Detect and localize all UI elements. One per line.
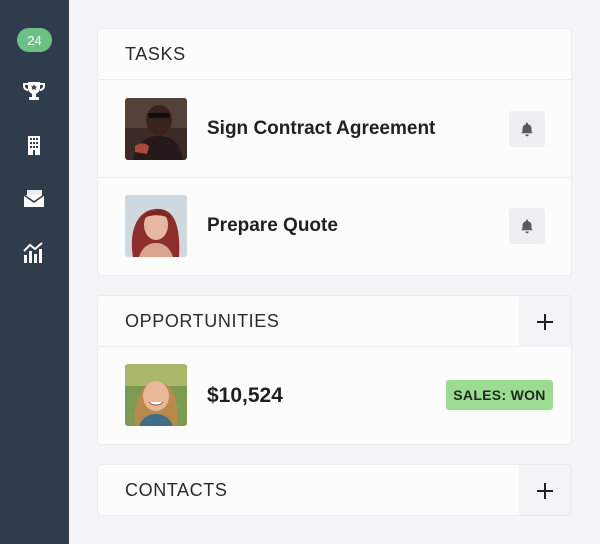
mail-icon[interactable] <box>21 185 47 211</box>
opportunities-header: OPPORTUNITIES <box>98 296 571 347</box>
opportunity-row[interactable]: $10,524 SALES: WON <box>98 347 571 444</box>
bell-icon <box>521 122 533 137</box>
bell-button[interactable] <box>509 111 545 147</box>
plus-icon <box>537 482 553 499</box>
building-icon[interactable] <box>21 132 47 158</box>
contacts-header: CONTACTS <box>98 465 571 515</box>
tasks-header: TASKS <box>98 29 571 80</box>
contacts-title: CONTACTS <box>125 480 228 500</box>
opportunities-card: OPPORTUNITIES $10,524 SALES: WON <box>97 295 572 445</box>
task-row[interactable]: Prepare Quote <box>98 178 571 275</box>
sidebar: 24 <box>0 0 69 544</box>
plus-icon <box>537 313 553 330</box>
status-badge: SALES: WON <box>446 380 553 410</box>
task-row[interactable]: Sign Contract Agreement <box>98 80 571 178</box>
trophy-icon[interactable] <box>21 78 47 104</box>
notification-badge[interactable]: 24 <box>17 28 52 52</box>
tasks-card: TASKS Sign Contract Agreement Prepare Qu… <box>97 28 572 276</box>
add-contact-button[interactable] <box>519 465 571 515</box>
contacts-card: CONTACTS <box>97 464 572 516</box>
bell-button[interactable] <box>509 208 545 244</box>
chart-icon[interactable] <box>21 240 47 266</box>
task-title: Sign Contract Agreement <box>207 118 436 139</box>
tasks-title: TASKS <box>125 44 186 64</box>
add-opportunity-button[interactable] <box>519 296 571 347</box>
opportunity-amount: $10,524 <box>207 384 283 407</box>
bell-icon <box>521 219 533 234</box>
avatar <box>125 195 187 257</box>
avatar <box>125 98 187 160</box>
avatar <box>125 364 187 426</box>
opportunities-title: OPPORTUNITIES <box>125 311 280 331</box>
task-title: Prepare Quote <box>207 215 338 236</box>
